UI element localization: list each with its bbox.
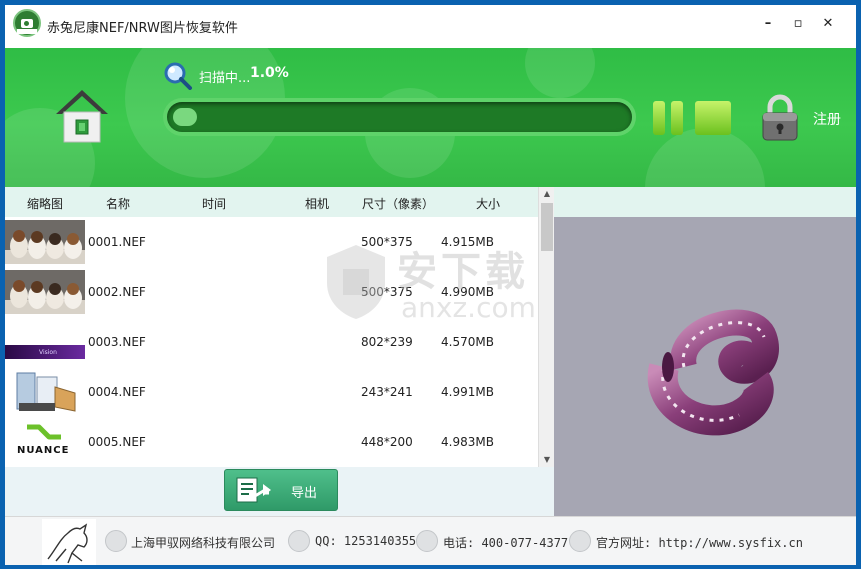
search-icon xyxy=(164,62,192,90)
phone-number: 电话: 400-077-4377 xyxy=(443,536,569,550)
scan-progress-bar xyxy=(163,98,636,136)
file-list-scrollbar[interactable]: ▲ ▼ xyxy=(538,187,555,467)
footer-bar: 上海甲驭网络科技有限公司 QQ: 1253140355 电话: 400-077-… xyxy=(5,516,856,565)
export-label: 导出 xyxy=(291,486,318,501)
nuance-text: NUANCE xyxy=(17,445,70,456)
thumbnail-puppies xyxy=(5,220,85,264)
file-size: 4.915MB xyxy=(441,235,494,249)
file-name: 0002.NEF xyxy=(88,285,146,299)
banner-text: Vision xyxy=(39,349,57,356)
file-name: 0005.NEF xyxy=(88,435,146,449)
file-dimensions: 802*239 xyxy=(361,335,413,349)
file-size: 4.570MB xyxy=(441,335,494,349)
app-logo-icon xyxy=(13,9,41,37)
file-dimensions: 243*241 xyxy=(361,385,413,399)
qq-number: QQ: 1253140355 xyxy=(315,534,417,548)
close-button[interactable]: ✕ xyxy=(817,13,839,35)
window-title: 赤兔尼康NEF/NRW图片恢复软件 xyxy=(47,21,238,36)
file-name: 0003.NEF xyxy=(88,335,146,349)
table-row[interactable]: 0004.NEF 243*241 4.991MB xyxy=(5,367,538,417)
register-button[interactable]: 注册 xyxy=(813,109,841,129)
scroll-down-icon[interactable]: ▼ xyxy=(539,453,555,467)
thumbnail-purple-banner: Vision xyxy=(5,335,85,359)
website-icon xyxy=(569,530,591,552)
scan-status-label: 扫描中... xyxy=(199,71,251,86)
company-logo-icon xyxy=(42,519,96,565)
thumbnail-nuance-logo: NUANCE xyxy=(5,423,85,461)
preview-pane xyxy=(554,217,856,516)
phone-icon xyxy=(416,530,438,552)
file-size: 4.983MB xyxy=(441,435,494,449)
file-dimensions: 500*375 xyxy=(361,285,413,299)
table-header: 缩略图 名称 时间 相机 尺寸（像素） 大小 xyxy=(5,187,538,218)
lock-icon[interactable] xyxy=(760,93,800,141)
scrollbar-thumb[interactable] xyxy=(541,203,553,251)
table-row[interactable]: Vision 0003.NEF 802*239 4.570MB xyxy=(5,317,538,367)
column-dimensions[interactable]: 尺寸（像素） xyxy=(357,195,439,212)
company-icon xyxy=(105,530,127,552)
file-name: 0001.NEF xyxy=(88,235,146,249)
file-dimensions: 448*200 xyxy=(361,435,413,449)
export-button[interactable]: 导出 xyxy=(224,469,338,511)
maximize-button[interactable]: ▫ xyxy=(787,13,809,35)
thumbnail-scanner xyxy=(5,367,85,417)
minimize-button[interactable]: – xyxy=(757,13,779,35)
pause-button[interactable] xyxy=(653,101,731,135)
home-icon[interactable] xyxy=(55,88,109,144)
nuance-arrow-icon xyxy=(27,424,61,440)
company-name: 上海甲驭网络科技有限公司 xyxy=(131,536,276,550)
film-reel-icon xyxy=(647,309,779,436)
table-row[interactable]: 0002.NEF 500*375 4.990MB xyxy=(5,267,538,317)
scan-percent: 1.0% xyxy=(250,65,289,81)
file-size: 4.991MB xyxy=(441,385,494,399)
column-thumbnail[interactable]: 缩略图 xyxy=(11,195,79,212)
thumbnail-puppies xyxy=(5,270,85,314)
column-size[interactable]: 大小 xyxy=(439,195,537,212)
scroll-up-icon[interactable]: ▲ xyxy=(539,187,555,201)
column-name[interactable]: 名称 xyxy=(85,195,151,212)
column-time[interactable]: 时间 xyxy=(151,195,277,212)
file-dimensions: 500*375 xyxy=(361,235,413,249)
export-icon xyxy=(236,477,271,503)
preview-header xyxy=(554,187,856,217)
table-row[interactable]: NUANCE 0005.NEF 448*200 4.983MB xyxy=(5,417,538,467)
file-size: 4.990MB xyxy=(441,285,494,299)
qq-icon xyxy=(288,530,310,552)
app-window: 赤兔尼康NEF/NRW图片恢复软件 – ▫ ✕ 扫描中... 1.0% 注册 缩… xyxy=(5,5,856,565)
file-list: 0001.NEF 500*375 4.915MB 0002.NEF 500*37… xyxy=(5,217,538,467)
toolbar-header: 扫描中... 1.0% 注册 xyxy=(5,48,856,187)
column-camera[interactable]: 相机 xyxy=(277,195,357,212)
title-bar: 赤兔尼康NEF/NRW图片恢复软件 – ▫ ✕ xyxy=(5,5,856,48)
website-link[interactable]: 官方网址: http://www.sysfix.cn xyxy=(596,534,803,551)
table-row[interactable]: 0001.NEF 500*375 4.915MB xyxy=(5,217,538,267)
scan-progress-fill xyxy=(173,108,197,126)
file-name: 0004.NEF xyxy=(88,385,146,399)
